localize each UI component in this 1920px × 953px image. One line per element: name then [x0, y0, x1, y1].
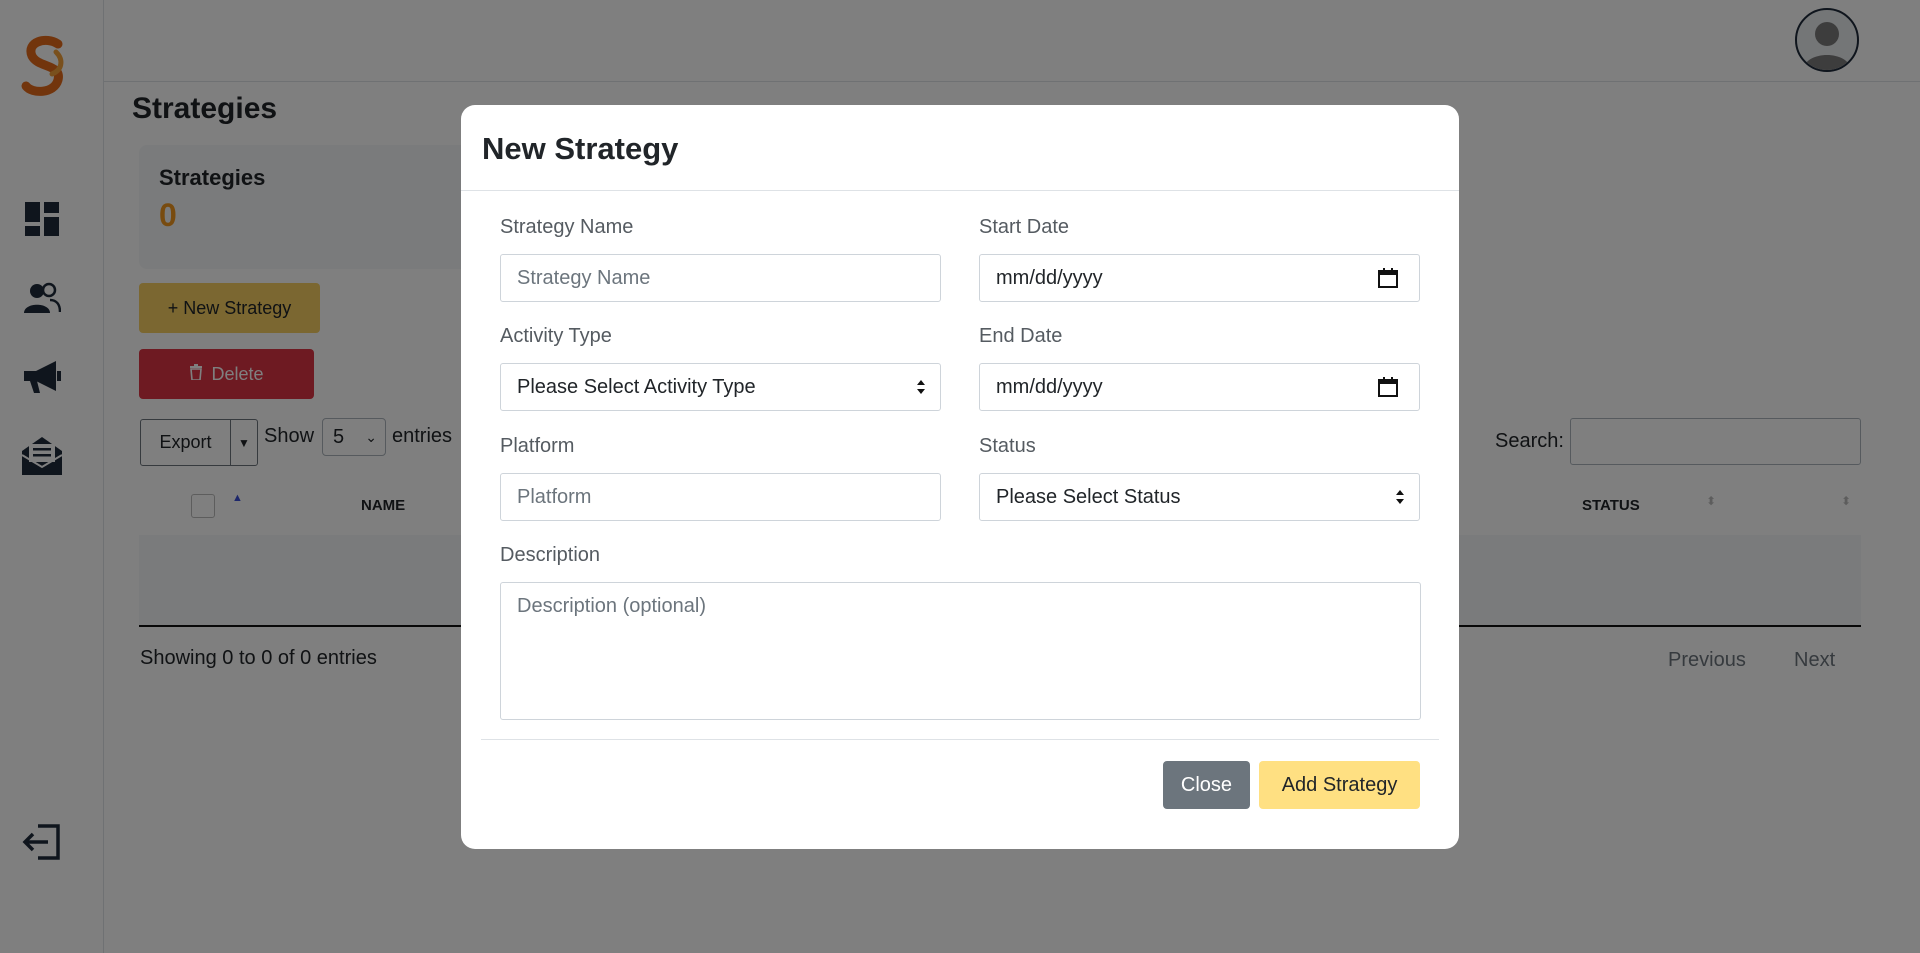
start-date-label: Start Date: [979, 216, 1070, 238]
end-date-label: End Date: [979, 325, 1063, 347]
start-date-input[interactable]: mm/dd/yyyy: [979, 254, 1420, 302]
close-button[interactable]: Close: [1163, 761, 1250, 809]
activity-type-label: Activity Type: [500, 325, 612, 347]
platform-input[interactable]: Platform: [500, 473, 941, 521]
modal-header: New Strategy: [461, 105, 1459, 191]
start-date-placeholder: mm/dd/yyyy: [996, 266, 1103, 289]
add-strategy-button[interactable]: Add Strategy: [1259, 761, 1420, 809]
strategy-name-placeholder: Strategy Name: [517, 266, 651, 289]
activity-type-select[interactable]: Please Select Activity Type: [500, 363, 941, 411]
description-placeholder: Description (optional): [517, 595, 706, 617]
modal-title: New Strategy: [482, 131, 679, 166]
strategy-name-label: Strategy Name: [500, 216, 634, 238]
end-date-input[interactable]: mm/dd/yyyy: [979, 363, 1420, 411]
strategy-name-input[interactable]: Strategy Name: [500, 254, 941, 302]
platform-label: Platform: [500, 435, 575, 457]
calendar-icon[interactable]: [1377, 376, 1399, 398]
description-label: Description: [500, 544, 601, 566]
activity-type-value: Please Select Activity Type: [517, 375, 756, 398]
platform-placeholder: Platform: [517, 485, 592, 508]
status-select[interactable]: Please Select Status: [979, 473, 1420, 521]
status-value: Please Select Status: [996, 485, 1181, 508]
select-arrows-icon: [916, 378, 926, 396]
calendar-icon[interactable]: [1377, 267, 1399, 289]
end-date-placeholder: mm/dd/yyyy: [996, 375, 1103, 398]
modal-footer-divider: [481, 739, 1439, 740]
description-textarea[interactable]: Description (optional): [500, 582, 1421, 720]
select-arrows-icon: [1395, 488, 1405, 506]
status-label: Status: [979, 435, 1036, 457]
new-strategy-modal: New Strategy Strategy Name Strategy Name…: [461, 105, 1459, 849]
